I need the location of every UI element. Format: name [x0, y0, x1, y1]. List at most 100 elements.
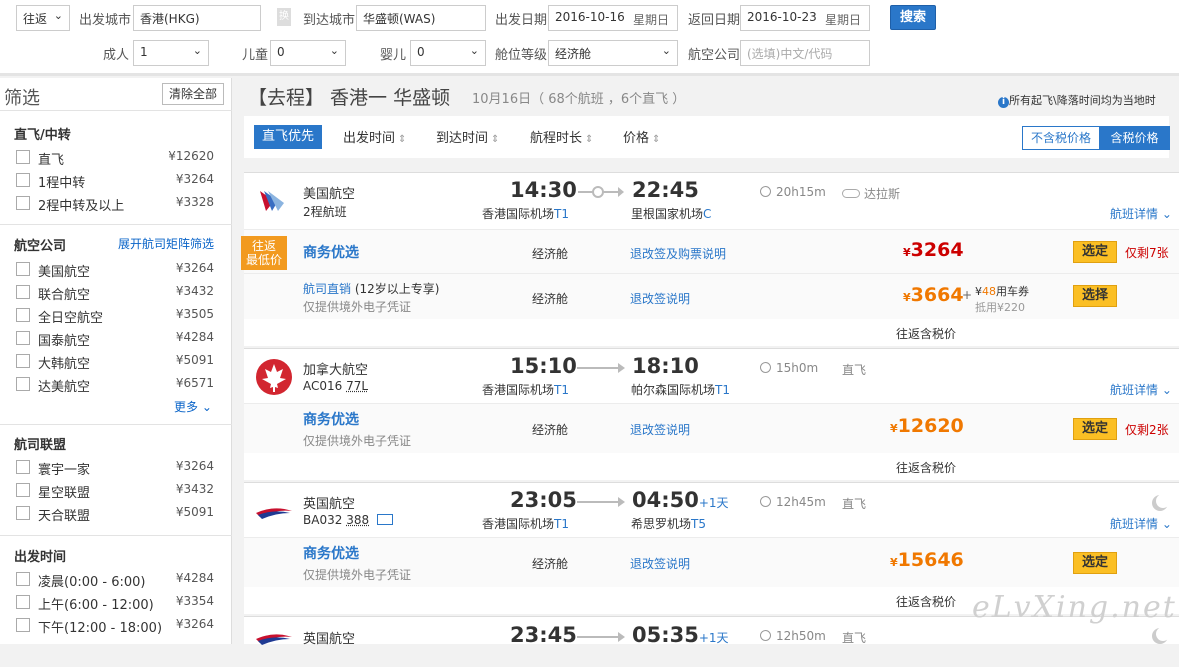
depart-airport: 香港国际机场T1 [482, 381, 569, 398]
checkbox[interactable] [16, 285, 30, 299]
refund-rules-link[interactable]: 退改签说明 [630, 421, 690, 438]
sort-label: 航程时长 [530, 131, 583, 146]
sort-duration[interactable]: 航程时长 ⇕ [530, 127, 593, 146]
filter-option-airline[interactable]: 大韩航空 ¥5091 [16, 352, 216, 372]
checkbox[interactable] [16, 150, 30, 164]
filter-option-alliance[interactable]: 寰宇一家 ¥3264 [16, 458, 216, 478]
filter-option-alliance[interactable]: 星空联盟 ¥3432 [16, 481, 216, 501]
select-fare-button[interactable]: 选定 [1073, 241, 1117, 263]
checkbox[interactable] [16, 595, 30, 609]
adult-select[interactable]: 1 ⌄ [133, 40, 209, 66]
airline-name: 美国航空 [303, 187, 356, 202]
fare-row: 航司直销 (12岁以上专享) 仅提供境外电子凭证 经济舱 退改签说明 ¥3664… [244, 273, 1179, 319]
depart-date-input[interactable]: 2016-10-16 星期日 [548, 5, 678, 31]
refund-rules-link[interactable]: 退改签说明 [630, 555, 690, 572]
divider [0, 110, 232, 111]
stop-info: 直飞 [842, 363, 867, 377]
flight-detail-link[interactable]: 航班详情 ⌄ [1110, 205, 1172, 222]
option-price: ¥3354 [175, 594, 214, 608]
seats-remaining: 仅剩2张 [1125, 423, 1169, 437]
aircraft-type[interactable]: 388 [346, 513, 369, 527]
swap-cities-button[interactable]: 换 [277, 8, 291, 26]
to-city-input[interactable]: 华盛顿(WAS) [356, 5, 486, 31]
checkbox[interactable] [16, 377, 30, 391]
checkbox[interactable] [16, 483, 30, 497]
return-date-input[interactable]: 2016-10-23 星期日 [740, 5, 870, 31]
detail-label: 航班详情 [1110, 517, 1159, 531]
filter-option-time[interactable]: 凌晨(0:00 - 6:00) ¥4284 [16, 570, 216, 590]
arrive-time: 05:35+1天 [632, 623, 729, 647]
filter-option-multi-stop[interactable]: 2程中转及以上 ¥3328 [16, 194, 216, 214]
airline-input[interactable]: (选填)中文/代码 [740, 40, 870, 66]
more-airlines-link[interactable]: 更多 ⌄ [174, 398, 212, 415]
select-fare-button[interactable]: 选定 [1073, 552, 1117, 574]
aircraft-type[interactable]: 77L [346, 379, 368, 393]
clear-all-button[interactable]: 清除全部 [162, 83, 224, 105]
sort-label: 出发时间 [343, 131, 396, 146]
airline-matrix-link[interactable]: 展开航司矩阵筛选 [118, 235, 214, 252]
airport-name: 帕尔森国际机场 [631, 383, 716, 397]
from-city-input[interactable]: 香港(HKG) [133, 5, 261, 31]
cabin-value: 经济舱 [555, 47, 592, 61]
refund-rules-link[interactable]: 退改签说明 [630, 290, 690, 307]
section-title-airline: 航空公司 [14, 239, 67, 254]
flight-detail-link[interactable]: 航班详情 ⌄ [1110, 515, 1172, 532]
checkbox[interactable] [16, 460, 30, 474]
child-select[interactable]: 0 ⌄ [270, 40, 346, 66]
currency: ¥ [903, 291, 911, 304]
airport-name: 香港国际机场 [482, 517, 555, 531]
choose-fare-button[interactable]: 选择 [1073, 285, 1117, 307]
air-canada-logo [254, 357, 294, 397]
filter-option-airline[interactable]: 达美航空 ¥6571 [16, 375, 216, 395]
next-day-indicator: +1天 [698, 631, 729, 645]
sort-depart-time[interactable]: 出发时间 ⇕ [343, 127, 406, 146]
sort-arrive-time[interactable]: 到达时间 ⇕ [436, 127, 499, 146]
tax-excluded-option[interactable]: 不含税价格 [1023, 127, 1099, 149]
airline-name: 英国航空 [303, 632, 356, 647]
duration-text: 15h0m [776, 361, 819, 375]
tax-included-option[interactable]: 含税价格 [1099, 127, 1170, 149]
checkbox[interactable] [16, 354, 30, 368]
refund-rules-link[interactable]: 退改签及购票说明 [630, 245, 726, 262]
child-value: 0 [277, 45, 285, 59]
checkbox[interactable] [16, 262, 30, 276]
flight-detail-link[interactable]: 航班详情 ⌄ [1110, 381, 1172, 398]
checkbox[interactable] [16, 173, 30, 187]
checkbox[interactable] [16, 618, 30, 632]
detail-label: 航班详情 [1110, 207, 1159, 221]
option-price: ¥3264 [175, 459, 214, 473]
note-text: 所有起飞\降落时间均为当地时 [1009, 94, 1156, 107]
filter-option-direct[interactable]: 直飞 ¥12620 [16, 148, 216, 168]
cabin-select[interactable]: 经济舱 ⌄ [548, 40, 678, 66]
sort-price[interactable]: 价格 ⇕ [623, 127, 660, 146]
checkbox[interactable] [16, 572, 30, 586]
option-label: 联合航空 [38, 288, 91, 303]
filter-option-one-stop[interactable]: 1程中转 ¥3264 [16, 171, 216, 191]
filter-option-airline[interactable]: 联合航空 ¥3432 [16, 283, 216, 303]
checkbox[interactable] [16, 506, 30, 520]
terminal: C [703, 207, 712, 221]
checkbox[interactable] [16, 308, 30, 322]
checkbox[interactable] [16, 331, 30, 345]
search-button[interactable]: 搜索 [890, 5, 936, 30]
currency: ¥ [890, 556, 898, 569]
filter-option-time[interactable]: 下午(12:00 - 18:00) ¥3264 [16, 616, 216, 636]
select-fare-button[interactable]: 选定 [1073, 418, 1117, 440]
checkbox[interactable] [16, 196, 30, 210]
filter-option-airline[interactable]: 美国航空 ¥3264 [16, 260, 216, 280]
duration: 12h45m [760, 495, 826, 509]
option-label: 下午(12:00 - 18:00) [38, 621, 163, 636]
filter-option-time[interactable]: 上午(6:00 - 12:00) ¥3354 [16, 593, 216, 613]
sort-direct-first[interactable]: 直飞优先 [254, 125, 322, 149]
chevron-down-icon: ⌄ [1161, 517, 1172, 531]
filter-option-airline[interactable]: 全日空航空 ¥3505 [16, 306, 216, 326]
tax-note: 往返含税价 [896, 461, 957, 475]
filter-option-alliance[interactable]: 天合联盟 ¥5091 [16, 504, 216, 524]
airport-name: 香港国际机场 [482, 207, 555, 221]
infant-select[interactable]: 0 ⌄ [410, 40, 486, 66]
trip-type-select[interactable]: 往返 ⌄ [16, 5, 70, 31]
sort-bar: 直飞优先 出发时间 ⇕ 到达时间 ⇕ 航程时长 ⇕ 价格 ⇕ 不含税价格 含税价格 [244, 116, 1170, 158]
filter-option-airline[interactable]: 国泰航空 ¥4284 [16, 329, 216, 349]
option-price: ¥4284 [175, 571, 214, 585]
watermark: eLvXing.net [972, 590, 1177, 625]
